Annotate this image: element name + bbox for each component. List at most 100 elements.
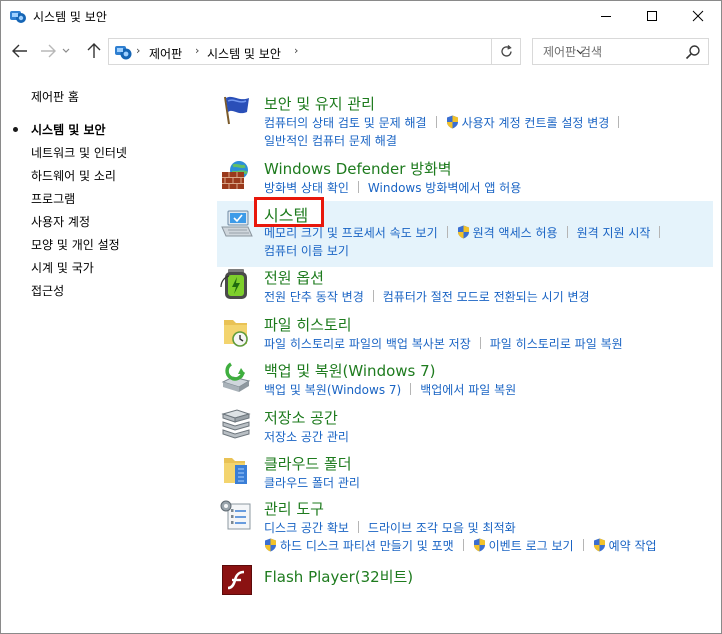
link-view-computer-name[interactable]: 컴퓨터 이름 보기 [264, 244, 349, 258]
link-change-sleep-time[interactable]: 컴퓨터가 절전 모드로 전환되는 시기 변경 [383, 290, 590, 304]
nav-hardware-sound[interactable]: 하드웨어 및 소리 [31, 167, 116, 184]
breadcrumb-separator[interactable]: › [294, 44, 298, 57]
storage-icon [221, 409, 251, 439]
control-panel-window: 시스템 및 보안 › 제어판 › 시스템 및 보안 › 제어판 검색 제어판 홈… [0, 0, 722, 634]
link-allow-app-firewall[interactable]: Windows 방화벽에서 앱 허용 [368, 181, 521, 195]
link-separator [357, 181, 359, 193]
nav-ease-of-access[interactable]: 접근성 [31, 282, 64, 299]
link-schedule-tasks[interactable]: 예약 작업 [609, 539, 657, 553]
link-row: 전원 단추 동작 변경 컴퓨터가 절전 모드로 전환되는 시기 변경 [264, 288, 590, 305]
link-free-disk-space[interactable]: 디스크 공간 확보 [264, 521, 349, 535]
link-separator [582, 539, 584, 551]
nav-clock-region[interactable]: 시계 및 국가 [31, 259, 94, 276]
category-file-history: 파일 히스토리 파일 히스토리로 파일의 백업 복사본 저장 파일 히스토리로 파… [217, 312, 713, 354]
category-title[interactable]: 전원 옵션 [264, 267, 324, 288]
up-button[interactable] [83, 41, 105, 61]
link-view-event-logs[interactable]: 이벤트 로그 보기 [489, 539, 574, 553]
title-bar: 시스템 및 보안 [1, 1, 721, 31]
category-backup-restore: 백업 및 복원(Windows 7) 백업 및 복원(Windows 7) 백업에… [217, 358, 713, 400]
category-title[interactable]: 백업 및 복원(Windows 7) [264, 360, 436, 381]
nav-system-security[interactable]: 시스템 및 보안 [31, 121, 106, 138]
nav-control-panel-home[interactable]: 제어판 홈 [31, 88, 79, 105]
nav-appearance[interactable]: 모양 및 개인 설정 [31, 236, 120, 253]
category-title[interactable]: Windows Defender 방화벽 [264, 158, 452, 179]
breadcrumb-system-security[interactable]: 시스템 및 보안 [207, 45, 281, 62]
category-title[interactable]: 관리 도구 [264, 498, 324, 519]
back-button[interactable] [9, 41, 31, 61]
search-input[interactable] [533, 39, 683, 64]
current-item-bullet [13, 127, 18, 132]
category-title[interactable]: 보안 및 유지 관리 [264, 93, 375, 114]
address-bar[interactable]: › 제어판 › 시스템 및 보안 › [108, 38, 585, 65]
link-separator [446, 226, 448, 238]
link-row: 백업 및 복원(Windows 7) 백업에서 파일 복원 [264, 381, 516, 398]
link-review-status[interactable]: 컴퓨터의 상태 검토 및 문제 해결 [264, 116, 427, 130]
nav-user-accounts[interactable]: 사용자 계정 [31, 213, 90, 230]
link-change-power-button[interactable]: 전원 단추 동작 변경 [264, 290, 364, 304]
window-title: 시스템 및 보안 [33, 10, 107, 24]
link-defragment-optimize[interactable]: 드라이브 조각 모음 및 최적화 [368, 521, 516, 535]
uac-shield-icon [446, 115, 458, 129]
link-row: 디스크 공간 확보 드라이브 조각 모음 및 최적화 [264, 519, 516, 536]
link-change-uac-settings[interactable]: 사용자 계정 컨트롤 설정 변경 [462, 116, 610, 130]
arrow-up-icon [87, 43, 101, 58]
category-title[interactable]: Flash Player(32비트) [264, 566, 413, 587]
link-troubleshoot[interactable]: 일반적인 컴퓨터 문제 해결 [264, 134, 397, 148]
link-backup-restore-win7[interactable]: 백업 및 복원(Windows 7) [264, 383, 401, 397]
link-view-ram-processor[interactable]: 메모리 크기 및 프로세서 속도 보기 [264, 226, 438, 240]
category-title[interactable]: 파일 히스토리 [264, 314, 352, 335]
breadcrumb-separator[interactable]: › [195, 44, 199, 57]
category-cloud-folders: 클라우드 폴더 클라우드 폴더 관리 [217, 451, 713, 493]
battery-icon [220, 269, 247, 299]
nav-programs[interactable]: 프로그램 [31, 190, 75, 207]
forward-button[interactable] [37, 41, 59, 61]
refresh-button[interactable] [491, 38, 521, 65]
link-check-firewall-status[interactable]: 방화벽 상태 확인 [264, 181, 349, 195]
flag-icon [224, 96, 249, 125]
link-row: 메모리 크기 및 프로세서 속도 보기 원격 액세스 허용 원격 지원 시작 [264, 224, 669, 241]
link-separator [410, 383, 412, 395]
uac-shield-icon [593, 538, 605, 552]
category-administrative-tools: 관리 도구 디스크 공간 확보 드라이브 조각 모음 및 최적화 하드 디스크 파… [217, 496, 713, 554]
uac-shield-icon [265, 538, 276, 552]
arrow-right-icon [41, 44, 56, 58]
search-box[interactable] [532, 38, 709, 65]
chevron-down-icon [62, 48, 70, 53]
maximize-icon [647, 11, 657, 21]
system-category-title-highlighted[interactable]: 시스템 [264, 202, 308, 226]
recent-locations-button[interactable] [59, 41, 73, 61]
admin-tools-icon [220, 500, 251, 530]
link-row: 저장소 공간 관리 [264, 428, 349, 445]
breadcrumb-separator[interactable]: › [136, 44, 140, 57]
link-launch-remote-assistance[interactable]: 원격 지원 시작 [577, 226, 651, 240]
navigation-bar: › 제어판 › 시스템 및 보안 › [1, 35, 721, 67]
category-power-options: 전원 옵션 전원 단추 동작 변경 컴퓨터가 절전 모드로 전환되는 시기 변경 [217, 265, 713, 307]
control-panel-icon [10, 11, 26, 23]
link-separator [435, 116, 437, 128]
link-separator [618, 116, 620, 128]
flash-icon [222, 565, 252, 595]
link-allow-remote-access[interactable]: 원격 액세스 허용 [473, 226, 558, 240]
breadcrumb-control-panel[interactable]: 제어판 [149, 45, 182, 62]
uac-shield-icon [473, 538, 485, 552]
link-restore-files-history[interactable]: 파일 히스토리로 파일 복원 [490, 337, 623, 351]
minimize-button[interactable] [583, 1, 629, 31]
search-icon[interactable] [685, 44, 701, 60]
firewall-icon [222, 161, 248, 189]
maximize-button[interactable] [629, 1, 675, 31]
link-row: 파일 히스토리로 파일의 백업 복사본 저장 파일 히스토리로 파일 복원 [264, 335, 623, 352]
link-create-format-partitions[interactable]: 하드 디스크 파티션 만들기 및 포맷 [280, 539, 454, 553]
close-button[interactable] [675, 1, 721, 31]
link-restore-from-backup[interactable]: 백업에서 파일 복원 [420, 383, 516, 397]
category-title[interactable]: 클라우드 폴더 [264, 453, 352, 474]
link-row: 클라우드 폴더 관리 [264, 474, 360, 491]
nav-network-internet[interactable]: 네트워크 및 인터넷 [31, 144, 127, 161]
category-firewall: Windows Defender 방화벽 방화벽 상태 확인 Windows 방화… [217, 156, 713, 198]
category-flash-player: Flash Player(32비트) [217, 563, 713, 601]
link-save-backup-copies[interactable]: 파일 히스토리로 파일의 백업 복사본 저장 [264, 337, 471, 351]
link-manage-cloud-folders[interactable]: 클라우드 폴더 관리 [264, 476, 360, 490]
link-separator [462, 539, 464, 551]
link-separator [659, 226, 661, 238]
category-title[interactable]: 저장소 공간 [264, 407, 338, 428]
link-manage-storage-spaces[interactable]: 저장소 공간 관리 [264, 430, 349, 444]
